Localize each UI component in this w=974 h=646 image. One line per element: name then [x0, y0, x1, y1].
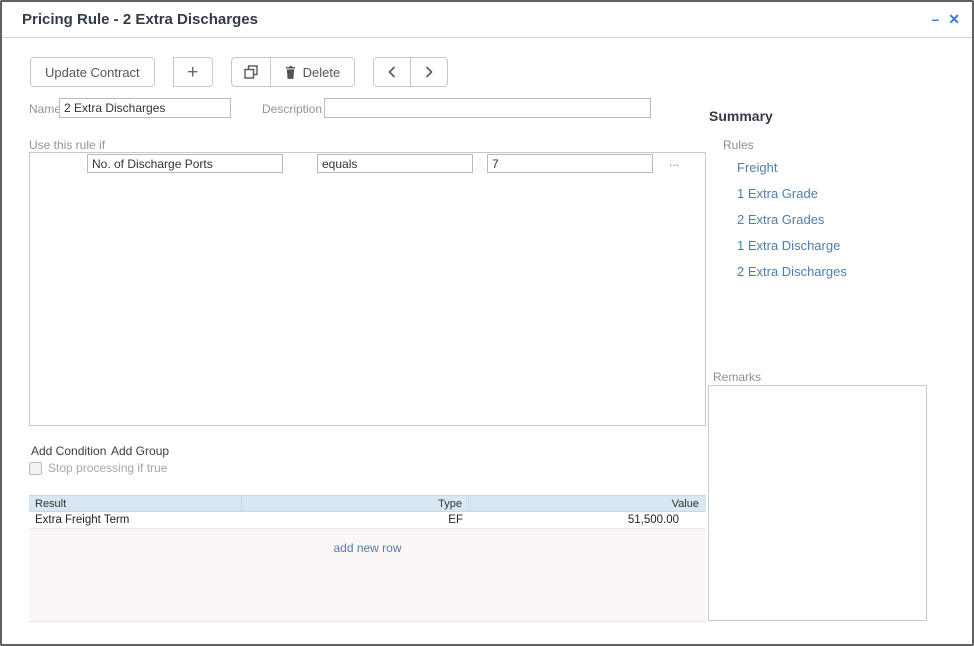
- stop-processing-checkbox[interactable]: [29, 462, 42, 475]
- cell-type: EF: [242, 512, 469, 528]
- ellipsis-icon[interactable]: ...: [669, 155, 679, 169]
- rule-link-1-extra-discharge[interactable]: 1 Extra Discharge: [737, 238, 847, 253]
- add-group-buttons: +: [173, 57, 213, 87]
- rule-link-1-extra-grade[interactable]: 1 Extra Grade: [737, 186, 847, 201]
- rules-label: Rules: [723, 138, 754, 152]
- add-group-link[interactable]: Add Group: [111, 444, 169, 458]
- cell-result: Extra Freight Term: [29, 512, 242, 528]
- next-rule-button[interactable]: [410, 57, 448, 87]
- results-table: Result Type Value Extra Freight Term EF …: [29, 495, 706, 622]
- copy-icon: [244, 65, 258, 79]
- summary-title: Summary: [709, 108, 773, 124]
- update-contract-button[interactable]: Update Contract: [30, 57, 155, 87]
- condition-panel: ...: [29, 152, 706, 426]
- minimize-icon[interactable]: –: [931, 11, 939, 27]
- rules-list: Freight 1 Extra Grade 2 Extra Grades 1 E…: [737, 160, 847, 290]
- pricing-rule-window: Pricing Rule - 2 Extra Discharges – ✕ Up…: [0, 0, 974, 646]
- header-type: Type: [242, 496, 469, 511]
- stop-processing-label: Stop processing if true: [48, 461, 167, 475]
- name-input[interactable]: [59, 98, 231, 118]
- condition-operator-select[interactable]: [317, 154, 473, 173]
- remarks-textarea[interactable]: [708, 385, 927, 621]
- delete-button[interactable]: Delete: [270, 57, 356, 87]
- window-controls: – ✕: [931, 11, 960, 27]
- use-this-rule-if-label: Use this rule if: [29, 138, 105, 152]
- add-rule-button[interactable]: +: [173, 57, 213, 87]
- results-table-header: Result Type Value: [29, 495, 706, 512]
- rule-link-2-extra-grades[interactable]: 2 Extra Grades: [737, 212, 847, 227]
- description-input[interactable]: [324, 98, 651, 118]
- condition-field-select[interactable]: [87, 154, 283, 173]
- edit-buttons: Delete: [231, 57, 356, 87]
- description-label: Description: [262, 102, 322, 116]
- plus-icon: +: [187, 63, 198, 82]
- titlebar: Pricing Rule - 2 Extra Discharges – ✕: [2, 2, 972, 38]
- stop-processing-row: Stop processing if true: [29, 461, 167, 475]
- add-new-row-link[interactable]: add new row: [29, 541, 706, 555]
- delete-button-label: Delete: [303, 65, 341, 80]
- chevron-right-icon: [423, 65, 435, 79]
- nav-buttons: [373, 57, 448, 87]
- condition-value-input[interactable]: [487, 154, 653, 173]
- header-result: Result: [29, 496, 242, 511]
- remarks-label: Remarks: [713, 370, 761, 384]
- table-row[interactable]: Extra Freight Term EF 51,500.00: [29, 512, 706, 529]
- window-title: Pricing Rule - 2 Extra Discharges: [22, 11, 258, 28]
- previous-rule-button[interactable]: [373, 57, 411, 87]
- add-condition-link[interactable]: Add Condition: [31, 444, 106, 458]
- rule-link-freight[interactable]: Freight: [737, 160, 847, 175]
- toolbar: Update Contract +: [30, 57, 448, 87]
- cell-value: 51,500.00: [469, 512, 706, 528]
- close-icon[interactable]: ✕: [948, 11, 960, 27]
- header-value: Value: [469, 496, 706, 511]
- copy-button[interactable]: [231, 57, 271, 87]
- rule-link-2-extra-discharges[interactable]: 2 Extra Discharges: [737, 264, 847, 279]
- chevron-left-icon: [386, 65, 398, 79]
- trash-icon: [285, 66, 296, 79]
- name-label: Name: [29, 102, 61, 116]
